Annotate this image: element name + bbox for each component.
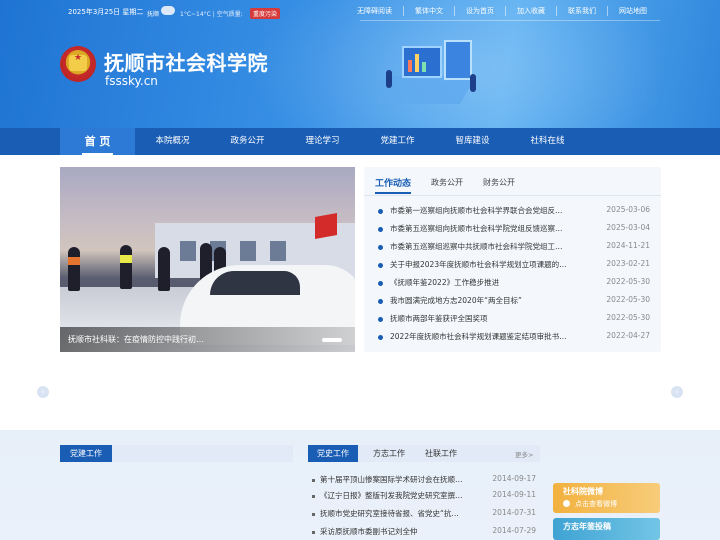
link-contact-us[interactable]: 联系我们 (556, 6, 607, 16)
emblem-star: ★ (74, 53, 83, 63)
cloud-icon (161, 6, 175, 15)
site-domain: fsssky.cn (105, 74, 158, 88)
nav-about[interactable]: 本院概况 (135, 128, 210, 155)
nav-party-building[interactable]: 党建工作 (360, 128, 435, 155)
header-illustration (375, 40, 488, 108)
link-accessible-reading[interactable]: 无障碍阅读 (346, 6, 403, 16)
party-building-header: 党建工作 (60, 445, 293, 462)
nav-theory-study[interactable]: 理论学习 (285, 128, 360, 155)
bottom-tabs: 党史工作 方志工作 社联工作 (308, 445, 540, 462)
bullet-icon (312, 531, 315, 534)
tab-work-news[interactable]: 工作动态 (375, 176, 412, 194)
link-set-homepage[interactable]: 设为首页 (454, 6, 505, 16)
slider-indicator[interactable] (322, 338, 342, 342)
screen-illustration (444, 40, 472, 80)
nav-gov-affairs[interactable]: 政务公开 (210, 128, 285, 155)
news-item[interactable]: 我市圆满完成地方志2020年“两全目标” 2022-05-30 (378, 293, 654, 311)
flag-icon (315, 213, 337, 239)
tab-finance[interactable]: 财务公开 (483, 177, 515, 188)
news-item[interactable]: 市委第五巡察组向抚顺市社会科学院党组反馈巡察… 2025-03-04 (378, 221, 654, 239)
link-traditional-chinese[interactable]: 繁体中文 (403, 6, 454, 16)
person-figure (470, 74, 476, 92)
tab-federation-work[interactable]: 社联工作 (416, 445, 466, 462)
nav-social-science-online[interactable]: 社科在线 (510, 128, 585, 155)
slide-caption[interactable]: 抚顺市社科联：在疫情防控中践行初… (60, 327, 355, 352)
bullet-icon (378, 299, 383, 304)
bullet-icon (378, 245, 383, 250)
bullet-icon (312, 513, 315, 516)
site-header: 2025年3月25日 星期二 抚顺 1°C~14°C | 空气质量: 重度污染 … (0, 0, 720, 128)
bullet-icon (378, 209, 383, 214)
link-site-map[interactable]: 网站地图 (607, 6, 658, 16)
weibo-card-sub: 点击查看微博 (575, 500, 617, 508)
weibo-card[interactable]: 社科院微博 点击查看微博 (553, 483, 660, 513)
news-item[interactable]: 《抚顺年鉴2022》工作稳步推进 2022-05-30 (378, 275, 654, 293)
party-building-label[interactable]: 党建工作 (60, 445, 112, 462)
top-bar: 2025年3月25日 星期二 抚顺 1°C~14°C | 空气质量: 重度污染 … (0, 0, 720, 24)
air-quality-badge: 重度污染 (250, 8, 281, 19)
top-links: 无障碍阅读 繁体中文 设为首页 加入收藏 联系我们 网站地图 (346, 6, 658, 16)
tab-gov-affairs[interactable]: 政务公开 (431, 177, 463, 188)
nav-home[interactable]: 首 页 (60, 128, 135, 155)
person-figure (158, 247, 170, 291)
bullet-icon (378, 335, 383, 340)
top-divider (360, 20, 660, 21)
site-title[interactable]: 抚顺市社会科学院 (104, 47, 268, 76)
chevron-right-icon[interactable]: › (671, 386, 683, 398)
news-item[interactable]: 关于申报2023年度抚顺市社会科学规划立项课题的… 2023-02-21 (378, 257, 654, 275)
news-item[interactable]: 抚顺市两部年鉴获评全国奖项 2022-05-30 (378, 311, 654, 329)
list-item[interactable]: 采访原抚顺市委副书记刘全仲 2014-07-29 (312, 524, 538, 540)
news-item[interactable]: 市委第五巡察组巡察中共抚顺市社会科学院党组工… 2024-11-21 (378, 239, 654, 257)
chevron-left-icon[interactable]: ‹ (37, 386, 49, 398)
bullet-icon (378, 263, 383, 268)
link-add-favorite[interactable]: 加入收藏 (505, 6, 556, 16)
list-item[interactable]: 抚顺市党史研究室接待省报、省党史“抗… 2014-07-31 (312, 506, 538, 523)
chronicle-card-title: 方志年鉴投稿 (563, 522, 611, 531)
chronicle-submission-card[interactable]: 方志年鉴投稿 (553, 518, 660, 540)
list-item[interactable]: 第十届平顶山惨案国际学术研讨会在抚顺… 2014-09-17 (312, 472, 538, 489)
main-nav: 首 页 本院概况 政务公开 理论学习 党建工作 智库建设 社科在线 (0, 128, 720, 155)
person-figure (68, 247, 80, 291)
bullet-icon (378, 227, 383, 232)
news-panel: 工作动态 政务公开 财务公开 市委第一巡察组向抚顺市社会科学界联合会党组反… 2… (364, 167, 661, 352)
news-tabs: 工作动态 政务公开 财务公开 (364, 175, 661, 194)
weather-city: 抚顺 (147, 11, 160, 18)
news-slider[interactable]: 抚顺市社科联：在疫情防控中践行初… (60, 167, 355, 352)
tab-party-history[interactable]: 党史工作 (308, 445, 358, 462)
nav-think-tank[interactable]: 智库建设 (435, 128, 510, 155)
weather-temp: 1°C~14°C | 空气质量: (180, 11, 243, 18)
weibo-card-title: 社科院微博 (563, 487, 603, 496)
news-item[interactable]: 2022年度抚顺市社会科学规划课题鉴定结项审批书… 2022-04-27 (378, 329, 654, 347)
click-icon (563, 500, 570, 507)
person-figure (120, 245, 132, 289)
national-emblem-icon[interactable]: ★ (60, 46, 96, 82)
list-item[interactable]: 《辽宁日报》整版刊发我院党史研究室撰… 2014-09-11 (312, 488, 538, 505)
tab-local-chronicles[interactable]: 方志工作 (364, 445, 414, 462)
more-link[interactable]: 更多> (515, 449, 533, 459)
bullet-icon (312, 479, 315, 482)
person-figure (386, 70, 392, 88)
bullet-icon (312, 495, 315, 498)
bullet-icon (378, 317, 383, 322)
current-date: 2025年3月25日 星期二 (68, 8, 144, 16)
news-item[interactable]: 市委第一巡察组向抚顺市社会科学界联合会党组反… 2025-03-06 (378, 203, 654, 221)
bullet-icon (378, 281, 383, 286)
